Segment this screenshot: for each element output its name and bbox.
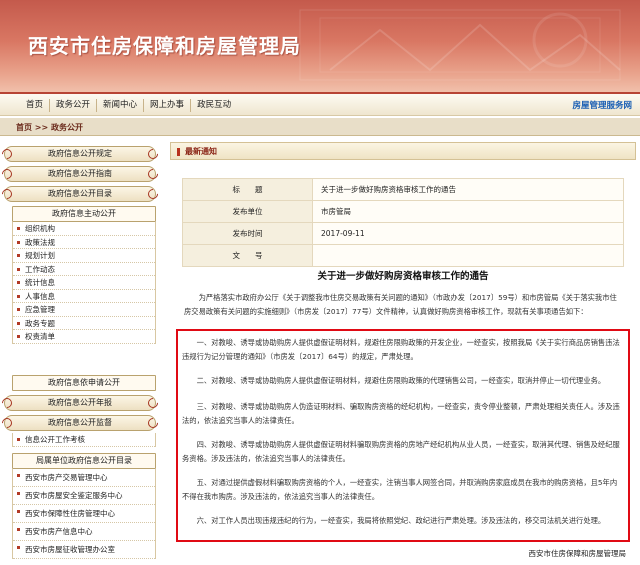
nav-item-interaction[interactable]: 政民互动 [191, 99, 237, 112]
sidebar-item-disclosure-catalog[interactable]: 政府信息公开目录 [0, 186, 161, 202]
sidebar-proactive-list: 组织机构 政策法规 规划计划 工作动态 统计信息 人事信息 应急管理 政务专题 … [12, 222, 156, 344]
scroll-ornament-icon [145, 186, 161, 202]
main-content: 最新通知 标 题 关于进一步做好购房资格审核工作的通告 发布单位 市房管局 发布… [170, 142, 636, 565]
breadcrumb: 首页 >> 政务公开 [0, 118, 640, 136]
table-row: 发布时间 2017-09-11 [182, 222, 624, 245]
document-paragraph: 四、对教唆、诱导或协助购房人提供虚假证明材料骗取购房资格的房地产经纪机构从业人员… [182, 440, 620, 463]
sidebar-item-annual-report[interactable]: 政府信息公开年报 [0, 395, 161, 411]
scroll-ornament-icon [0, 415, 15, 431]
sidebar-item-emergency[interactable]: 应急管理 [13, 303, 155, 317]
scroll-ornament-icon [145, 415, 161, 431]
sidebar-item-topics[interactable]: 政务专题 [13, 317, 155, 330]
document-title: 关于进一步做好购房资格审核工作的通告 [317, 271, 489, 282]
meta-value [312, 244, 624, 267]
sidebar-item-unit[interactable]: 西安市房产信息中心 [13, 523, 155, 541]
meta-value: 关于进一步做好购房资格审核工作的通告 [312, 178, 624, 201]
sidebar-item-assessment[interactable]: 信息公开工作考核 [13, 433, 155, 447]
main-nav: 首页 政务公开 新闻中心 网上办事 政民互动 房屋管理服务网 [0, 92, 640, 116]
sidebar-item-unit[interactable]: 西安市房屋征收管理办公室 [13, 541, 155, 559]
meta-value: 2017-09-11 [312, 222, 624, 245]
sidebar-item-unit[interactable]: 西安市保障性住房管理中心 [13, 505, 155, 523]
nav-item-online-service[interactable]: 网上办事 [144, 99, 192, 112]
document-paragraph: 五、对通过提供虚假材料骗取购房资格的个人，一经查实，注销当事人网签合同，并取消购… [182, 478, 618, 501]
notice-meta-table: 标 题 关于进一步做好购房资格审核工作的通告 发布单位 市房管局 发布时间 20… [182, 178, 624, 267]
scroll-ornament-icon [145, 146, 161, 162]
sidebar-item-work-news[interactable]: 工作动态 [13, 263, 155, 276]
sidebar-item-plan[interactable]: 规划计划 [13, 249, 155, 263]
scroll-ornament-icon [145, 166, 161, 182]
sidebar-item-supervision[interactable]: 政府信息公开监督 [0, 415, 161, 431]
meta-value: 市房管局 [312, 200, 624, 223]
sidebar-section-units[interactable]: 局属单位政府信息公开目录 [12, 453, 156, 469]
nav-item-gov-open[interactable]: 政务公开 [50, 99, 98, 112]
section-bar: 最新通知 [170, 142, 636, 160]
sidebar-item-personnel[interactable]: 人事信息 [13, 290, 155, 303]
document-paragraph: 六、对工作人员出现违规违纪的行为，一经查实，我局将依照党纪、政纪进行严肃处理。涉… [196, 516, 606, 525]
document-paragraph: 三、对教唆、诱导或协助购房人伪造证明材料、骗取购房资格的经纪机构，一经查实，责令… [182, 402, 620, 425]
document-paragraph: 一、对教唆、诱导或协助购房人提供虚假证明材料，规避住房限购政策的开发企业，一经查… [182, 338, 620, 361]
scroll-ornament-icon [0, 146, 15, 162]
scroll-ornament-icon [0, 186, 15, 202]
table-row: 文 号 [182, 244, 624, 267]
document-signature: 西安市住房保障和房屋管理局 [528, 549, 627, 558]
nav-item-news[interactable]: 新闻中心 [97, 99, 145, 112]
sidebar-item-disclosure-guide[interactable]: 政府信息公开指南 [0, 166, 161, 182]
house-service-link[interactable]: 房屋管理服务网 [572, 99, 632, 111]
meta-key: 文 号 [182, 244, 313, 267]
site-header: 西安市住房保障和房屋管理局 [0, 0, 640, 92]
nav-item-home[interactable]: 首页 [20, 99, 51, 112]
sidebar-item-unit[interactable]: 西安市房产交易管理中心 [13, 469, 155, 487]
site-title: 西安市住房保障和房屋管理局 [28, 34, 301, 58]
meta-key: 发布单位 [182, 200, 313, 223]
sidebar-supervision-list: 信息公开工作考核 [12, 433, 156, 447]
sidebar-item-policy[interactable]: 政策法规 [13, 236, 155, 249]
sidebar-item-disclosure-rules[interactable]: 政府信息公开规定 [0, 146, 161, 162]
meta-key: 发布时间 [182, 222, 313, 245]
sidebar: 政府信息公开规定 政府信息公开指南 政府信息公开目录 政府信息主动公开 组织机构… [0, 142, 162, 565]
section-marker-icon [177, 148, 180, 156]
sidebar-item-duty-list[interactable]: 权责清单 [13, 330, 155, 344]
breadcrumb-text[interactable]: 首页 >> 政务公开 [16, 122, 83, 133]
section-title: 最新通知 [185, 147, 217, 156]
document-paragraph: 二、对教唆、诱导或协助购房人提供虚假证明材料，规避住房限购政策的代理销售公司，一… [196, 376, 606, 385]
document-intro: 为严格落实市政府办公厅《关于调整我市住房交易政策有关问题的通知》（市政办发〔20… [184, 293, 617, 316]
scroll-ornament-icon [0, 395, 15, 411]
scroll-ornament-icon [145, 395, 161, 411]
sidebar-item-on-request[interactable]: 政府信息依申请公开 [12, 375, 156, 391]
meta-key: 标 题 [182, 178, 313, 201]
sidebar-item-stats[interactable]: 统计信息 [13, 276, 155, 290]
table-row: 标 题 关于进一步做好购房资格审核工作的通告 [182, 178, 624, 201]
scroll-ornament-icon [0, 166, 15, 182]
sidebar-section-proactive[interactable]: 政府信息主动公开 [12, 206, 156, 222]
table-row: 发布单位 市房管局 [182, 200, 624, 223]
sidebar-item-org[interactable]: 组织机构 [13, 222, 155, 236]
sidebar-item-unit[interactable]: 西安市房屋安全鉴定服务中心 [13, 487, 155, 505]
sidebar-units-list: 西安市房产交易管理中心 西安市房屋安全鉴定服务中心 西安市保障性住房管理中心 西… [12, 469, 156, 559]
